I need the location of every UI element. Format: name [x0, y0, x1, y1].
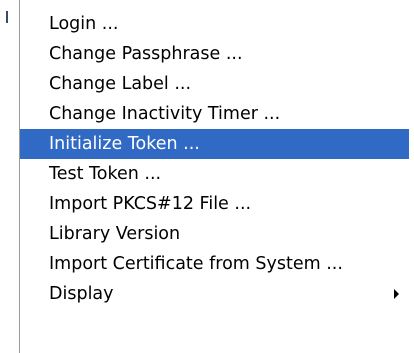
screen: Login ... Change Passphrase ... Change L… — [0, 0, 414, 353]
menu-item-change-label[interactable]: Change Label ... — [20, 69, 409, 99]
menu-item-label: Login ... — [49, 14, 119, 34]
menu-item-label: Change Inactivity Timer ... — [49, 104, 281, 124]
chevron-right-icon — [394, 289, 399, 299]
menu-item-label: Change Passphrase ... — [49, 44, 243, 64]
menu-item-label: Import Certificate from System ... — [49, 254, 343, 274]
menu-item-change-inactivity-timer[interactable]: Change Inactivity Timer ... — [20, 99, 409, 129]
menu-item-label: Change Label ... — [49, 74, 192, 94]
menu-item-test-token[interactable]: Test Token ... — [20, 159, 409, 189]
menu-item-change-passphrase[interactable]: Change Passphrase ... — [20, 39, 409, 69]
menu-item-label: Display — [49, 284, 114, 304]
menu-item-import-certificate[interactable]: Import Certificate from System ... — [20, 249, 409, 279]
menu-item-import-pkcs12[interactable]: Import PKCS#12 File ... — [20, 189, 409, 219]
menu-item-label: Initialize Token ... — [49, 134, 200, 154]
menu-item-initialize-token[interactable]: Initialize Token ... — [20, 129, 409, 159]
menu-item-login[interactable]: Login ... — [20, 9, 409, 39]
context-menu: Login ... Change Passphrase ... Change L… — [19, 0, 409, 353]
menu-item-label: Import PKCS#12 File ... — [49, 194, 252, 214]
menu-item-display[interactable]: Display — [20, 279, 409, 309]
menu-item-library-version[interactable]: Library Version — [20, 219, 409, 249]
menu-item-label: Test Token ... — [49, 164, 162, 184]
window-edge-fragment — [6, 11, 8, 23]
menu-item-label: Library Version — [49, 224, 181, 244]
